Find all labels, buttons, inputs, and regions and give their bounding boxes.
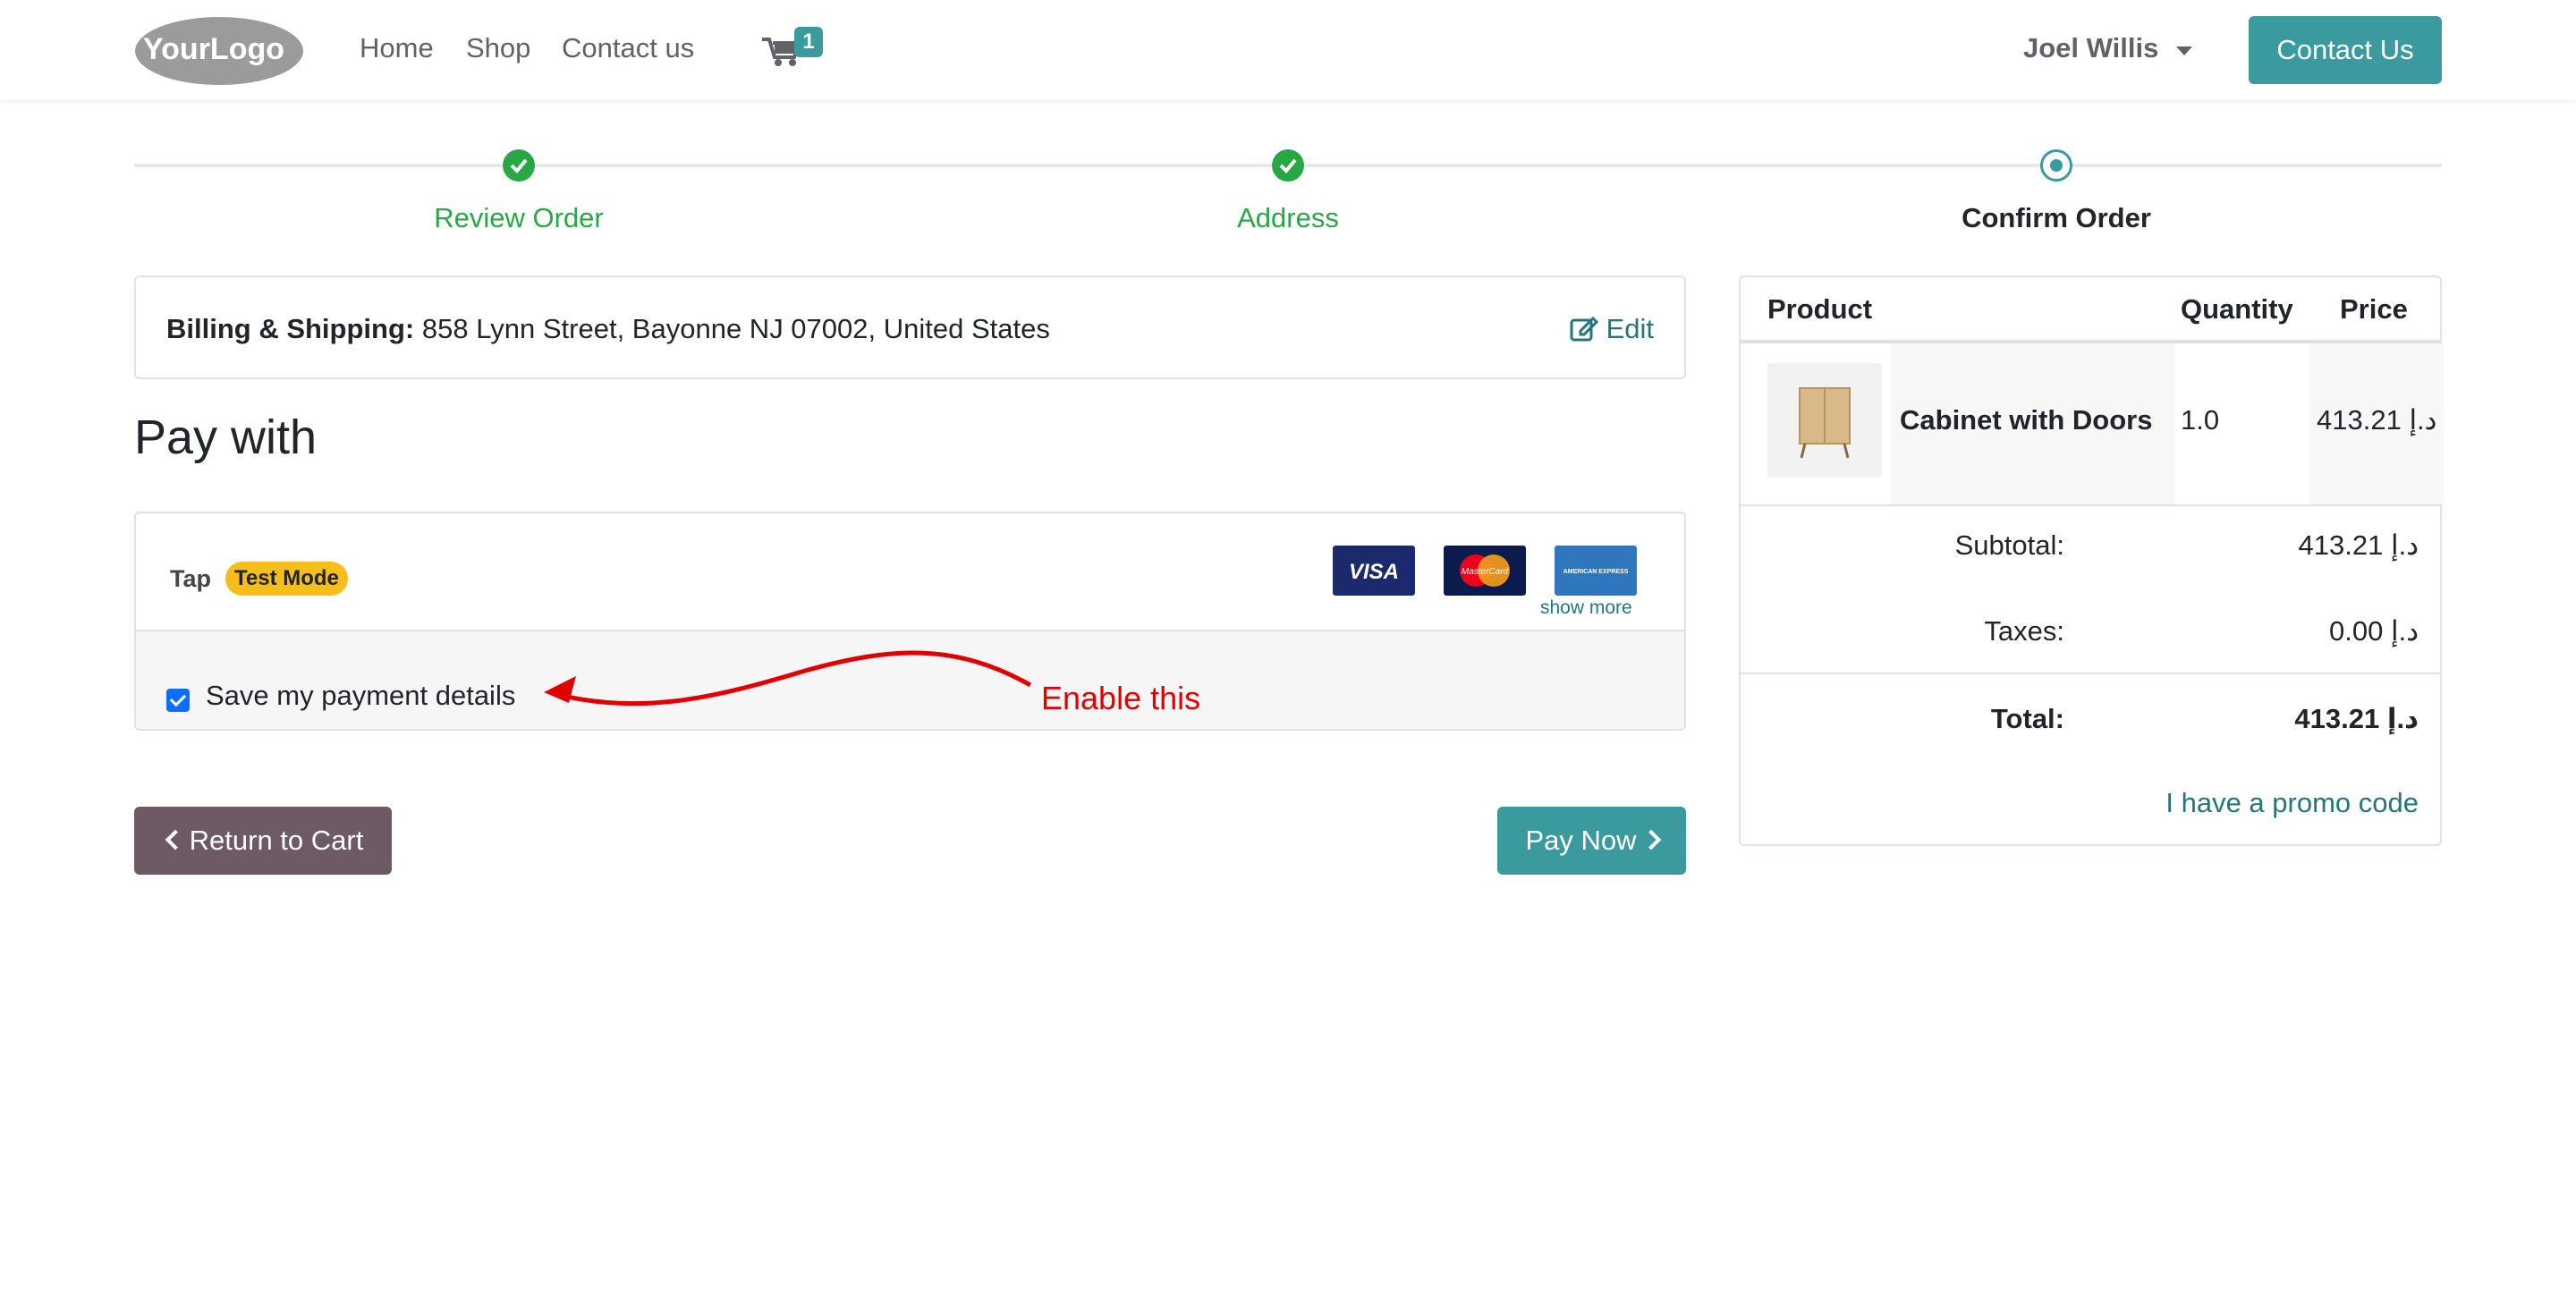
visa-icon: VISA [1333,546,1415,596]
save-payment-label[interactable]: Save my payment details [206,680,515,712]
save-payment-checkbox[interactable] [166,689,190,712]
header-price: Price [2340,293,2408,325]
taxes-value: 0.00 د.إ [2329,615,2419,647]
order-summary: Product Quantity Price Cabinet with Door… [1739,275,2444,846]
billing-address-value: 858 Lynn Street, Bayonne NJ 07002, Unite… [421,313,1050,344]
svg-text:VISA: VISA [1349,560,1399,584]
show-more-link[interactable]: show more [1540,597,1632,619]
annotation-arrow [544,650,1032,707]
billing-address: Billing & Shipping: 858 Lynn Street, Bay… [166,313,1050,345]
billing-shipping-box: Billing & Shipping: 858 Lynn Street, Bay… [134,275,1686,379]
step-confirm-order: Confirm Order [1962,202,2151,233]
step-current-icon [2040,149,2072,182]
product-image[interactable] [1767,363,1882,478]
step-review-order[interactable]: Review Order [434,202,604,234]
subtotal-label: Subtotal: [1954,529,2064,561]
top-navbar: YourLogo Home Shop Contact us 1 Joel Wil… [0,0,2576,100]
billing-label: Billing & Shipping: [166,313,415,344]
header-product: Product [1767,293,1873,325]
header-quantity: Quantity [2181,293,2293,325]
product-quantity: 1.0 [2181,404,2220,436]
total-value: 413.21 د.إ [2294,703,2419,734]
product-name[interactable]: Cabinet with Doors [1900,404,2152,436]
taxes-label: Taxes: [1984,615,2064,647]
svg-text:MasterCard: MasterCard [1462,567,1509,577]
subtotal-value: 413.21 د.إ [2298,529,2419,561]
pay-with-title: Pay with [134,411,318,464]
svg-text:YourLogo: YourLogo [143,32,284,66]
divider [1741,673,2440,674]
chevron-right-icon [1640,829,1661,851]
chevron-left-icon [165,829,185,851]
edit-icon [1570,316,1599,342]
svg-text:AMERICAN EXPRESS: AMERICAN EXPRESS [1563,569,1629,575]
step-check-icon [503,149,535,182]
pay-now-button[interactable]: Pay Now [1497,807,1686,875]
promo-code-link[interactable]: I have a promo code [2165,787,2419,819]
total-label: Total: [1990,703,2064,734]
edit-label: Edit [1606,313,1654,344]
user-menu[interactable]: Joel Willis [2023,32,2158,64]
contact-us-button[interactable]: Contact Us [2249,16,2442,84]
return-to-cart-button[interactable]: Return to Cart [134,807,392,875]
cart-count-badge: 1 [794,27,823,57]
return-to-cart-label: Return to Cart [189,825,364,856]
mastercard-icon: MasterCard [1444,546,1526,596]
amex-icon: AMERICAN EXPRESS [1555,546,1637,596]
step-check-icon [1272,149,1304,182]
chevron-down-icon[interactable] [2176,47,2192,55]
annotation-label: Enable this [1041,680,1201,716]
provider-name: Tap [170,565,211,592]
nav-home[interactable]: Home [360,32,434,64]
pay-now-label: Pay Now [1525,825,1637,856]
nav-shop[interactable]: Shop [466,32,530,64]
edit-address-link[interactable]: Edit [1570,313,1654,345]
test-mode-badge: Test Mode [225,562,348,596]
payment-provider-row[interactable]: Tap Test Mode VISA MasterCard AMERICAN E… [136,513,1684,631]
step-address[interactable]: Address [1237,202,1339,234]
divider [1741,504,2440,506]
product-price: 413.21 د.إ [2317,404,2437,436]
nav-contact-us[interactable]: Contact us [562,32,694,64]
logo[interactable]: YourLogo [134,16,304,86]
